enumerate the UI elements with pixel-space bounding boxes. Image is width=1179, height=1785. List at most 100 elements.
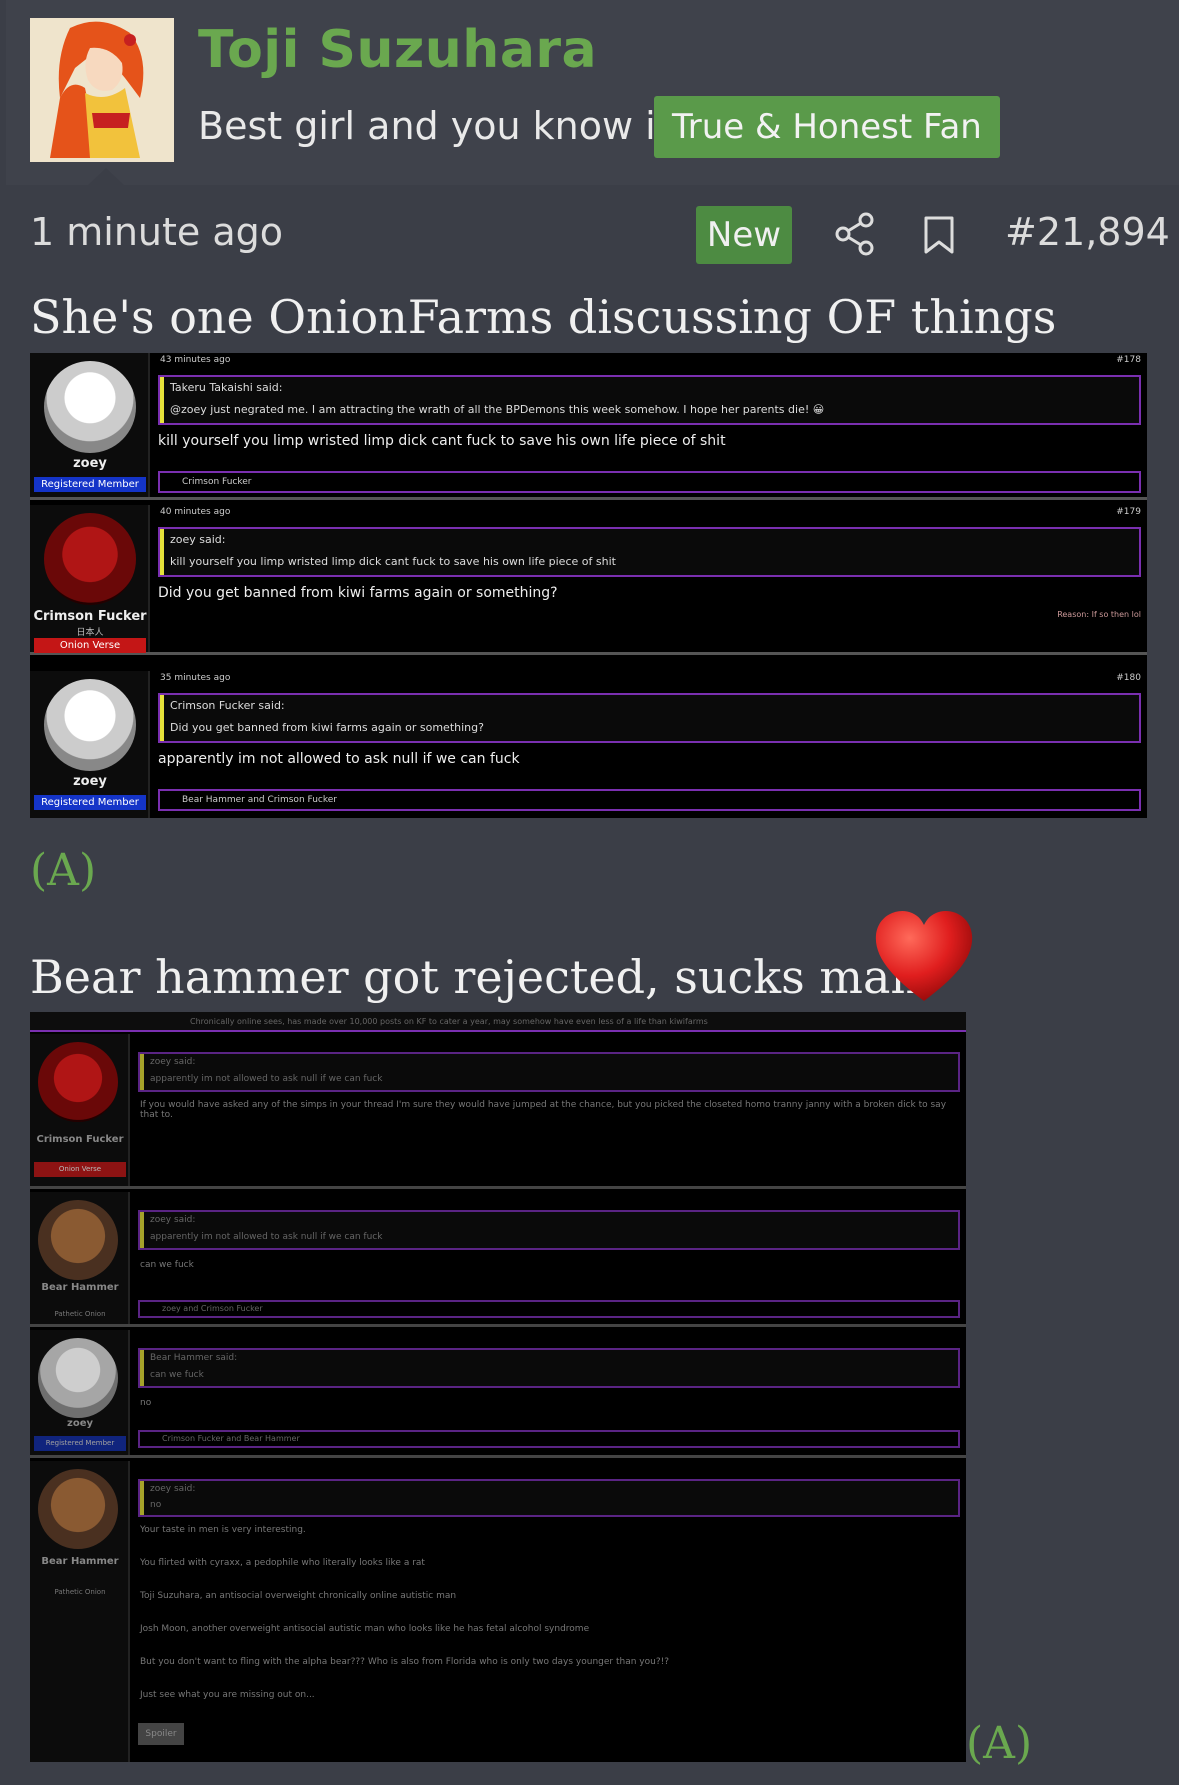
embedded-username: Crimson Fucker [36,1134,124,1145]
post-text-line1: She's one OnionFarms discussing OF thing… [30,290,1057,344]
embedded-avatar [44,513,136,605]
embedded-post-text: apparently im not allowed to ask null if… [158,751,520,767]
embedded-post-body: 43 minutes ago #178 Takeru Takaishi said… [154,353,1147,497]
bookmark-icon[interactable] [922,214,956,256]
user-title: Best girl and you know it [198,104,671,148]
embedded-quote-author: Crimson Fucker said: [170,699,285,712]
embedded-post-number: #178 [1116,355,1141,365]
heart-emoji-icon [872,905,976,1005]
embedded-post-text: no [140,1398,152,1408]
embedded-quote-text: Did you get banned from kiwi farms again… [170,721,484,734]
embedded-user-badge: Registered Member [34,795,146,810]
embedded-quote: zoey said: apparently im not allowed to … [138,1210,960,1250]
embedded-top-bar-text: Chronically online sees, has made over 1… [190,1017,708,1026]
embedded-quote-author: Bear Hammer said: [150,1353,238,1363]
embedded-quote: zoey said: kill yourself you limp wriste… [158,527,1141,577]
embedded-user-badge: Pathetic Onion [54,1310,106,1318]
marker-a: (A) [30,845,97,896]
embedded-reactions: Bear Hammer and Crimson Fucker [158,789,1141,811]
share-icon[interactable] [834,212,876,256]
post-text-line2: Bear hammer got rejected, sucks man [30,950,921,1004]
post-container: Toji Suzuhara Best girl and you know it … [0,0,1179,1785]
embedded-post-body: 35 minutes ago #180 Crimson Fucker said:… [154,671,1147,818]
embedded-avatar [38,1338,118,1418]
post-number-link[interactable]: #21,894 [1005,210,1170,254]
embedded-post-body: zoey said: no Your taste in men is very … [134,1461,966,1762]
embedded-post-number: #180 [1116,673,1141,683]
embedded-username: Bear Hammer [41,1282,119,1293]
post-meta-bar: 1 minute ago New #21,894 [0,186,1179,284]
marker-a: (A) [966,1718,1033,1769]
embedded-user-badge: Pathetic Onion [54,1588,106,1596]
embedded-post-text: Did you get banned from kiwi farms again… [158,585,558,601]
embedded-quote-text: no [150,1500,162,1510]
embedded-reactions: Crimson Fucker [158,471,1141,493]
embedded-avatar [44,361,136,453]
embedded-post-time: 35 minutes ago [160,673,231,683]
embedded-quote-text: kill yourself you limp wristed limp dick… [170,555,616,568]
user-avatar[interactable] [30,18,174,162]
embedded-post-number: #179 [1116,507,1141,517]
embedded-user-column: zoey Registered Member [30,1330,130,1455]
embedded-post-line: Toji Suzuhara, an antisocial overweight … [140,1591,457,1601]
embedded-post-text: If you would have asked any of the simps… [140,1100,947,1120]
embedded-post: zoey Registered Member 35 minutes ago #1… [30,671,1147,818]
embedded-user-column: Crimson Fucker Onion Verse [30,1034,130,1186]
new-badge: New [696,206,792,264]
embedded-user-column: Crimson Fucker 日本人 Onion Verse [30,505,150,653]
embedded-reactions: Crimson Fucker and Bear Hammer [138,1430,960,1448]
embedded-quote-text: apparently im not allowed to ask null if… [150,1232,383,1242]
embedded-post-body: zoey said: apparently im not allowed to … [134,1034,966,1186]
embedded-post-line: Your taste in men is very interesting. [140,1525,306,1535]
embedded-avatar [44,679,136,771]
embedded-post-body: 40 minutes ago #179 zoey said: kill your… [154,505,1147,652]
embedded-post: Crimson Fucker Onion Verse zoey said: ap… [30,1034,966,1189]
embedded-post-body: zoey said: apparently im not allowed to … [134,1192,966,1324]
embedded-reaction-reason: Reason: If so then lol [1057,610,1141,619]
embedded-reactions: zoey and Crimson Fucker [138,1300,960,1318]
embedded-user-badge: Registered Member [34,477,146,492]
embedded-avatar [38,1469,118,1549]
embedded-user-badge: Registered Member [34,1436,126,1451]
attached-screenshot-2[interactable]: Chronically online sees, has made over 1… [30,1012,966,1762]
embedded-user-column: Bear Hammer Pathetic Onion [30,1461,130,1762]
embedded-quote-author: zoey said: [150,1484,196,1494]
avatar-illustration [30,18,174,162]
embedded-quote: Crimson Fucker said: Did you get banned … [158,693,1141,743]
embedded-username: zoey [73,774,107,789]
avatar-pointer [88,168,124,185]
embedded-username: Crimson Fucker [33,609,147,624]
embedded-quote: Bear Hammer said: can we fuck [138,1348,960,1388]
embedded-post-time: 43 minutes ago [160,355,231,365]
embedded-user-subtitle: 日本人 [76,628,104,638]
embedded-user-badge: Onion Verse [34,1162,126,1177]
embedded-post-body: Bear Hammer said: can we fuck no Crimson… [134,1330,966,1455]
embedded-post: Crimson Fucker 日本人 Onion Verse 40 minute… [30,505,1147,655]
username[interactable]: Toji Suzuhara [198,20,597,80]
embedded-avatar [38,1042,118,1122]
user-banner: True & Honest Fan [654,96,1000,158]
embedded-post-text: kill yourself you limp wristed limp dick… [158,433,726,449]
embedded-post-line: Just see what you are missing out on... [140,1690,315,1700]
post-timestamp[interactable]: 1 minute ago [30,210,283,254]
embedded-post-line: You flirted with cyraxx, a pedophile who… [140,1558,425,1568]
embedded-user-column: zoey Registered Member [30,671,150,818]
attached-screenshot-1[interactable]: zoey Registered Member 43 minutes ago #1… [30,353,1147,818]
embedded-spoiler-button: Spoiler [138,1723,184,1745]
post-header: Toji Suzuhara Best girl and you know it … [6,0,1179,185]
embedded-post-line: But you don't want to fling with the alp… [140,1657,669,1667]
embedded-quote-author: zoey said: [170,533,226,546]
embedded-quote-text: apparently im not allowed to ask null if… [150,1074,383,1084]
embedded-user-column: zoey Registered Member [30,353,150,497]
embedded-quote: zoey said: no [138,1479,960,1517]
embedded-post-line: Josh Moon, another overweight antisocial… [140,1624,590,1634]
embedded-quote-author: zoey said: [150,1057,196,1067]
embedded-user-badge: Onion Verse [34,638,146,653]
embedded-post: Bear Hammer Pathetic Onion zoey said: ap… [30,1192,966,1327]
embedded-top-bar: Chronically online sees, has made over 1… [30,1012,966,1032]
embedded-quote: zoey said: apparently im not allowed to … [138,1052,960,1092]
embedded-username: zoey [67,1418,93,1429]
embedded-post: zoey Registered Member 43 minutes ago #1… [30,353,1147,500]
embedded-quote: Takeru Takaishi said: @zoey just negrate… [158,375,1141,425]
embedded-user-column: Bear Hammer Pathetic Onion [30,1192,130,1324]
